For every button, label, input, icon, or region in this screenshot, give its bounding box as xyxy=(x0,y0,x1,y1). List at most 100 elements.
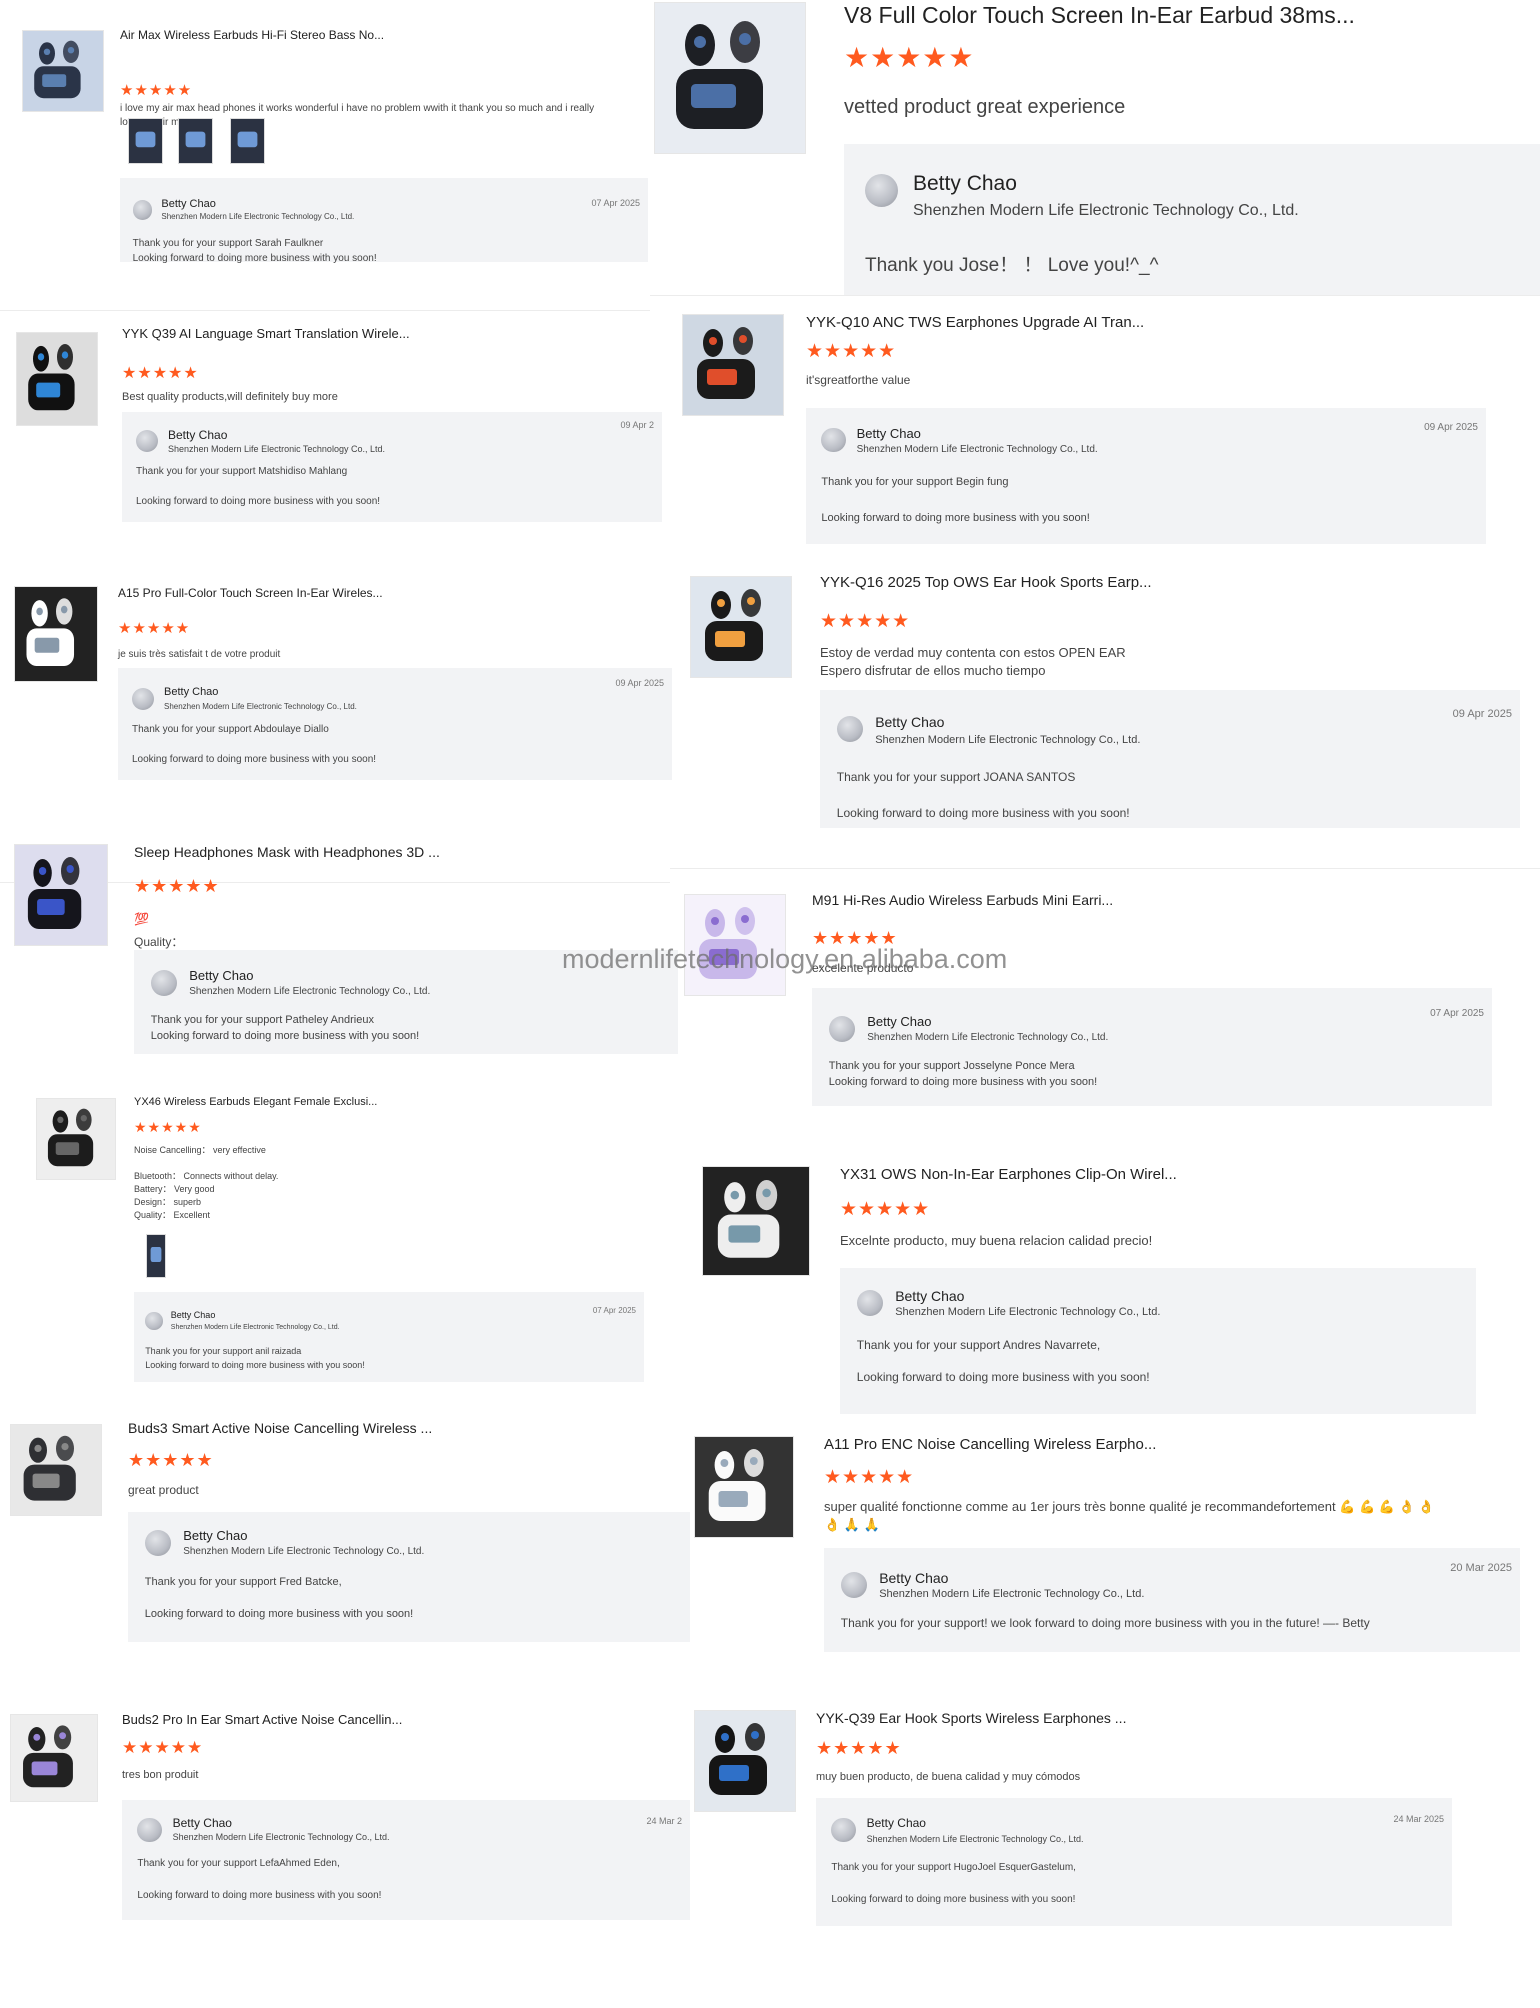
seller-avatar-icon xyxy=(836,716,864,743)
review-card: YX31 OWS Non-In-Ear Earphones Clip-On Wi… xyxy=(680,1160,1540,1460)
product-title[interactable]: Buds2 Pro In Ear Smart Active Noise Canc… xyxy=(122,1712,402,1727)
product-title[interactable]: YYK-Q39 Ear Hook Sports Wireless Earphon… xyxy=(816,1710,1126,1726)
product-title[interactable]: M91 Hi-Res Audio Wireless Earbuds Mini E… xyxy=(812,892,1113,908)
product-thumbnail[interactable] xyxy=(10,1714,98,1802)
rating-stars: ★★★★★ xyxy=(844,42,975,73)
rating-stars: ★★★★★ xyxy=(128,1450,214,1470)
product-thumbnail[interactable] xyxy=(694,1710,796,1812)
review-line: Design： superb xyxy=(134,1197,202,1207)
review-line: vetted product great experience xyxy=(844,96,1126,118)
product-title[interactable]: Air Max Wireless Earbuds Hi-Fi Stereo Ba… xyxy=(120,28,384,42)
reply-message: Looking forward to doing more business w… xyxy=(132,253,377,264)
seller-avatar-icon xyxy=(150,970,178,997)
reply-message: Thank you for your support! we look forw… xyxy=(840,1616,1370,1630)
review-photo[interactable] xyxy=(178,118,213,164)
product-title[interactable]: Buds3 Smart Active Noise Cancelling Wire… xyxy=(128,1420,432,1436)
seller-name: Betty Chao xyxy=(866,1816,926,1830)
reply-message: Looking forward to doing more business w… xyxy=(821,512,1090,524)
review-line: super qualité fonctionne comme au 1er jo… xyxy=(824,1499,1435,1514)
review-line: muy buen producto, de buena calidad y mu… xyxy=(816,1771,1081,1783)
review-card: YYK-Q16 2025 Top OWS Ear Hook Sports Ear… xyxy=(680,564,1540,864)
review-line: Quality： Excellent xyxy=(134,1210,211,1220)
seller-name: Betty Chao xyxy=(867,1014,932,1029)
review-card: YYK-Q39 Ear Hook Sports Wireless Earphon… xyxy=(690,1706,1540,2006)
review-text: Noise Cancelling： very effective Bluetoo… xyxy=(134,1144,278,1222)
review-line: Excelnte producto, muy buena relacion ca… xyxy=(840,1233,1153,1248)
seller-name: Betty Chao xyxy=(164,686,219,698)
review-text: je suis très satisfait t de votre produi… xyxy=(118,648,280,662)
review-line: Battery： Very good xyxy=(134,1184,215,1194)
rating-stars: ★★★★★ xyxy=(806,341,897,362)
product-title[interactable]: V8 Full Color Touch Screen In-Ear Earbud… xyxy=(844,2,1355,29)
review-line: Quality： xyxy=(134,935,184,949)
seller-avatar-icon xyxy=(136,430,158,452)
review-text: Quality： xyxy=(134,934,183,950)
review-text: vetted product great experience xyxy=(844,94,1125,120)
seller-avatar-icon xyxy=(132,688,154,710)
product-title[interactable]: YX46 Wireless Earbuds Elegant Female Exc… xyxy=(134,1096,377,1108)
reply-message: Thank you for your support Sarah Faulkne… xyxy=(132,238,324,249)
product-thumbnail[interactable] xyxy=(690,576,792,678)
review-line: Estoy de verdad muy contenta con estos O… xyxy=(820,645,1126,660)
product-thumbnail[interactable] xyxy=(14,844,108,946)
reply-message: Looking forward to doing more business w… xyxy=(137,1890,382,1901)
seller-company: Shenzhen Modern Life Electronic Technolo… xyxy=(895,1306,1161,1318)
product-thumbnail[interactable] xyxy=(694,1436,794,1538)
seller-avatar-icon xyxy=(144,1530,172,1557)
reply-message: Looking forward to doing more business w… xyxy=(831,1894,1076,1905)
review-line: i love my air max head phones it works w… xyxy=(120,103,595,114)
row-divider xyxy=(650,295,1540,296)
seller-name: Betty Chao xyxy=(856,426,921,441)
seller-company: Shenzhen Modern Life Electronic Technolo… xyxy=(867,1032,1109,1043)
product-thumbnail[interactable] xyxy=(14,586,98,682)
product-title[interactable]: YYK Q39 AI Language Smart Translation Wi… xyxy=(122,326,410,341)
product-thumbnail[interactable] xyxy=(36,1098,116,1180)
reply-message: Looking forward to doing more business w… xyxy=(136,496,381,507)
seller-company: Shenzhen Modern Life Electronic Technolo… xyxy=(866,1834,1084,1844)
reply-message: Thank you for your support Matshidiso Ma… xyxy=(136,466,348,477)
seller-reply: Betty Chao Shenzhen Modern Life Electroni… xyxy=(122,1800,690,1920)
seller-company: Shenzhen Modern Life Electronic Technolo… xyxy=(856,444,1098,455)
seller-company: Shenzhen Modern Life Electronic Technolo… xyxy=(875,734,1141,746)
product-title[interactable]: YYK-Q10 ANC TWS Earphones Upgrade AI Tra… xyxy=(806,314,1144,331)
seller-name: Betty Chao xyxy=(170,1310,216,1320)
reply-message: Thank you for your support Fred Batcke, xyxy=(144,1576,342,1588)
product-title[interactable]: A15 Pro Full-Color Touch Screen In-Ear W… xyxy=(118,586,383,600)
review-line xyxy=(134,1157,278,1170)
reply-message: Looking forward to doing more business w… xyxy=(150,1030,420,1042)
seller-company: Shenzhen Modern Life Electronic Technolo… xyxy=(172,1832,390,1842)
reply-date: 09 Apr 2025 xyxy=(1452,708,1512,720)
review-line: 👌 🙏 🙏 xyxy=(824,1517,880,1532)
product-title[interactable]: YYK-Q16 2025 Top OWS Ear Hook Sports Ear… xyxy=(820,574,1152,591)
product-thumbnail[interactable] xyxy=(654,2,806,154)
product-title[interactable]: YX31 OWS Non-In-Ear Earphones Clip-On Wi… xyxy=(840,1166,1177,1183)
seller-reply: Betty Chao Shenzhen Modern Life Electroni… xyxy=(128,1512,690,1642)
reply-message: Thank you for your support Begin fung xyxy=(821,476,1009,488)
review-line: je suis très satisfait t de votre produi… xyxy=(118,649,281,660)
seller-reply: Betty Chao Shenzhen Modern Life Electroni… xyxy=(806,408,1486,544)
product-title[interactable]: A11 Pro ENC Noise Cancelling Wireless Ea… xyxy=(824,1436,1156,1453)
review-photo[interactable] xyxy=(146,1234,166,1278)
product-thumbnail[interactable] xyxy=(10,1424,102,1516)
rating-stars: ★★★★★ xyxy=(820,611,911,632)
product-title[interactable]: Sleep Headphones Mask with Headphones 3D… xyxy=(134,844,440,860)
review-photo[interactable] xyxy=(128,118,163,164)
reply-date: 09 Apr 2025 xyxy=(1424,422,1478,433)
seller-reply: Betty Chao Shenzhen Modern Life Electroni… xyxy=(844,144,1540,296)
reply-message: Looking forward to doing more business w… xyxy=(856,1370,1150,1384)
seller-reply: Betty Chao Shenzhen Modern Life Electroni… xyxy=(120,178,648,264)
seller-company: Shenzhen Modern Life Electronic Technolo… xyxy=(170,1324,340,1331)
product-thumbnail[interactable] xyxy=(16,332,98,426)
seller-company: Shenzhen Modern Life Electronic Technolo… xyxy=(161,212,355,221)
seller-avatar-icon xyxy=(856,1290,884,1317)
review-photo[interactable] xyxy=(230,118,265,164)
product-thumbnail[interactable] xyxy=(682,314,784,416)
review-card: V8 Full Color Touch Screen In-Ear Earbud… xyxy=(650,0,1540,300)
product-thumbnail[interactable] xyxy=(22,30,104,112)
product-thumbnail[interactable] xyxy=(702,1166,810,1276)
review-text: Excelnte producto, muy buena relacion ca… xyxy=(840,1232,1152,1250)
review-card: YX46 Wireless Earbuds Elegant Female Exc… xyxy=(0,1092,660,1392)
seller-avatar-icon xyxy=(865,174,898,207)
seller-reply: Betty Chao Shenzhen Modern Life Electroni… xyxy=(824,1548,1520,1652)
seller-name: Betty Chao xyxy=(913,172,1017,195)
